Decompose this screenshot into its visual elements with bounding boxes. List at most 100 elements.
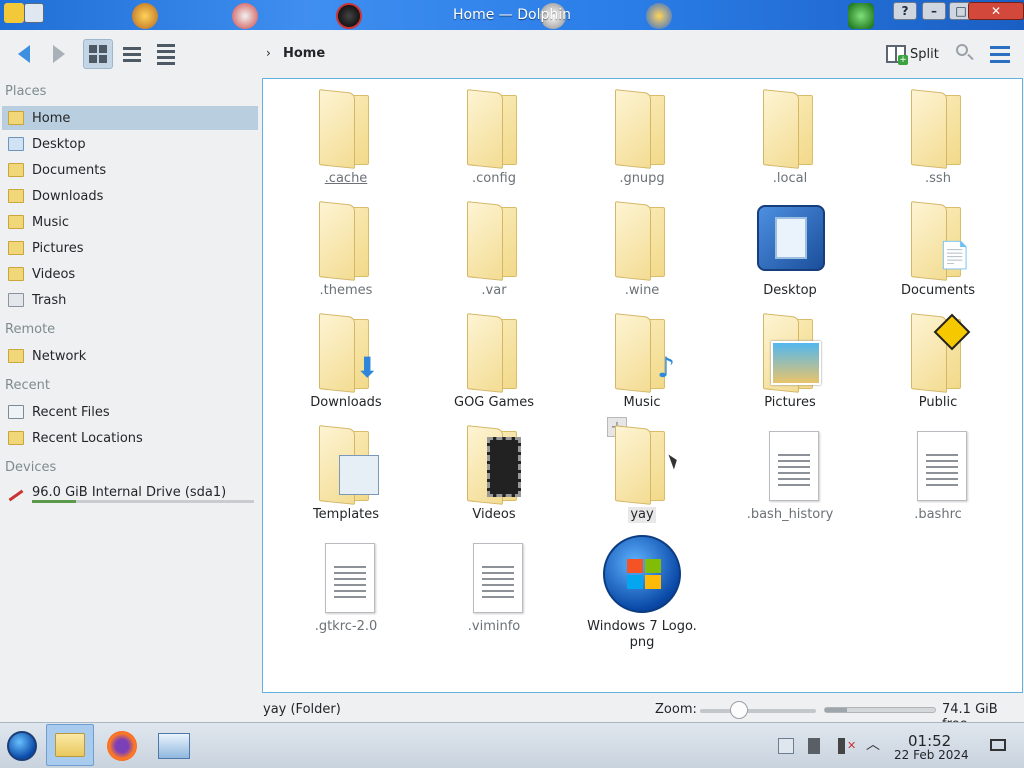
sidebar-item-documents[interactable]: Documents [2,158,258,182]
breadcrumb-home[interactable]: Home [283,46,325,61]
file-item[interactable]: .viminfo [429,535,559,635]
file-item[interactable]: + yay [577,417,707,523]
file-view[interactable]: .cache .config .gnupg .local .ssh .theme… [262,78,1023,693]
taskbar: ✕ ︿ 01:52 22 Feb 2024 [0,722,1024,768]
file-name: .wine [624,283,660,298]
forward-button[interactable] [45,39,73,69]
sidebar-item-downloads[interactable]: Downloads [2,184,258,208]
file-item[interactable]: .ssh [873,87,1003,187]
file-item[interactable]: 📄 Documents [873,199,1003,299]
sidebar-item-home[interactable]: Home [2,106,258,130]
details-view-button[interactable] [151,39,181,69]
places-panel: Places Home Desktop Documents Downloads … [0,78,262,698]
split-button[interactable]: + Split [886,42,939,66]
text-file-icon [755,423,825,503]
close-button[interactable]: ✕ [968,2,1024,20]
file-item[interactable]: .gtkrc-2.0 [281,535,411,635]
file-item[interactable]: Templates [281,423,411,523]
taskbar-dolphin[interactable] [46,724,94,766]
file-name: .viminfo [467,619,521,634]
videos-folder-icon [459,423,529,505]
section-header-recent: Recent [5,378,50,393]
taskbar-firefox[interactable] [102,728,142,764]
zoom-label: Zoom: [655,702,697,717]
zoom-slider-handle[interactable] [730,701,748,719]
home-folder-icon [8,110,24,126]
back-button[interactable] [10,39,38,69]
file-item[interactable]: Videos [429,423,559,523]
folder-icon [459,199,529,281]
file-item[interactable]: Pictures [725,311,855,411]
sidebar-item-network[interactable]: Network [2,344,258,368]
sidebar-item-desktop[interactable]: Desktop [2,132,258,156]
file-item[interactable]: .cache [281,87,411,187]
file-name: Pictures [764,395,816,410]
compact-view-button[interactable] [117,39,147,69]
taskbar-system-settings[interactable] [154,728,194,764]
folder-icon [459,87,529,169]
split-label: Split [910,46,939,62]
file-item[interactable]: .wine [577,199,707,299]
file-item[interactable]: .bash_history [725,423,855,523]
clipboard-icon[interactable] [778,738,794,754]
section-header-remote: Remote [5,322,56,337]
sidebar-item-music[interactable]: Music [2,210,258,234]
file-name: .ssh [925,171,951,186]
breadcrumb-chevron-icon[interactable]: › [266,46,271,60]
desktop-folder-icon [755,199,825,279]
file-item[interactable]: Windows 7 Logo. png [577,535,707,651]
file-name: .gnupg [619,171,665,186]
file-name: .bash_history [746,507,834,522]
show-desktop-icon[interactable] [990,739,1006,751]
compact-view-icon [123,46,141,62]
search-button[interactable] [956,44,976,64]
search-icon [956,44,968,56]
status-bar: yay (Folder) Zoom: 74.1 GiB free [0,698,1024,732]
file-name: .bashrc [914,507,962,522]
file-item[interactable]: .gnupg [577,87,707,187]
muted-speaker-icon[interactable]: ✕ [838,738,856,754]
sidebar-item-videos[interactable]: Videos [2,262,258,286]
recent-locations-icon [8,430,24,446]
hamburger-menu-button[interactable] [990,46,1010,63]
file-item[interactable]: ♪ Music [577,311,707,411]
file-name: Windows 7 Logo. png [587,619,697,650]
drive-usage-bar [32,500,254,503]
file-item[interactable]: Desktop [725,199,855,299]
music-folder-icon [8,214,24,230]
sidebar-item-recent-files[interactable]: Recent Files [2,400,258,424]
file-item[interactable]: .var [429,199,559,299]
file-name: yay [628,507,656,523]
icons-view-button[interactable] [83,39,113,69]
file-name: Templates [312,507,380,522]
chevron-up-icon[interactable]: ︿ [866,738,882,754]
battery-icon[interactable] [808,738,820,754]
file-name: Documents [900,283,976,298]
sidebar-item-pictures[interactable]: Pictures [2,236,258,260]
minimize-button[interactable]: – [922,2,946,20]
file-name: GOG Games [454,395,534,410]
arrow-left-icon [18,45,30,63]
network-folder-icon [8,348,24,364]
file-item[interactable]: ⬇ Downloads [281,311,411,411]
section-header-places: Places [5,84,47,99]
sidebar-item-recent-locations[interactable]: Recent Locations [2,426,258,450]
file-item[interactable]: GOG Games [429,311,559,411]
file-item[interactable]: .bashrc [873,423,1003,523]
file-item[interactable]: .themes [281,199,411,299]
file-item[interactable]: .config [429,87,559,187]
file-name: .var [481,283,507,298]
split-view-icon: + [886,45,908,65]
free-space-bar[interactable] [824,707,936,713]
zoom-slider[interactable] [700,709,816,713]
file-item[interactable]: .local [725,87,855,187]
start-menu-button[interactable] [2,728,42,764]
help-button[interactable]: ? [893,2,917,20]
file-name: .gtkrc-2.0 [314,619,378,634]
file-item[interactable]: Public [873,311,1003,411]
clock-date[interactable]: 22 Feb 2024 [894,748,969,762]
sidebar-item-trash[interactable]: Trash [2,288,258,312]
windows-logo-image-icon [603,535,681,615]
folder-icon [311,87,381,169]
file-name: .local [772,171,808,186]
